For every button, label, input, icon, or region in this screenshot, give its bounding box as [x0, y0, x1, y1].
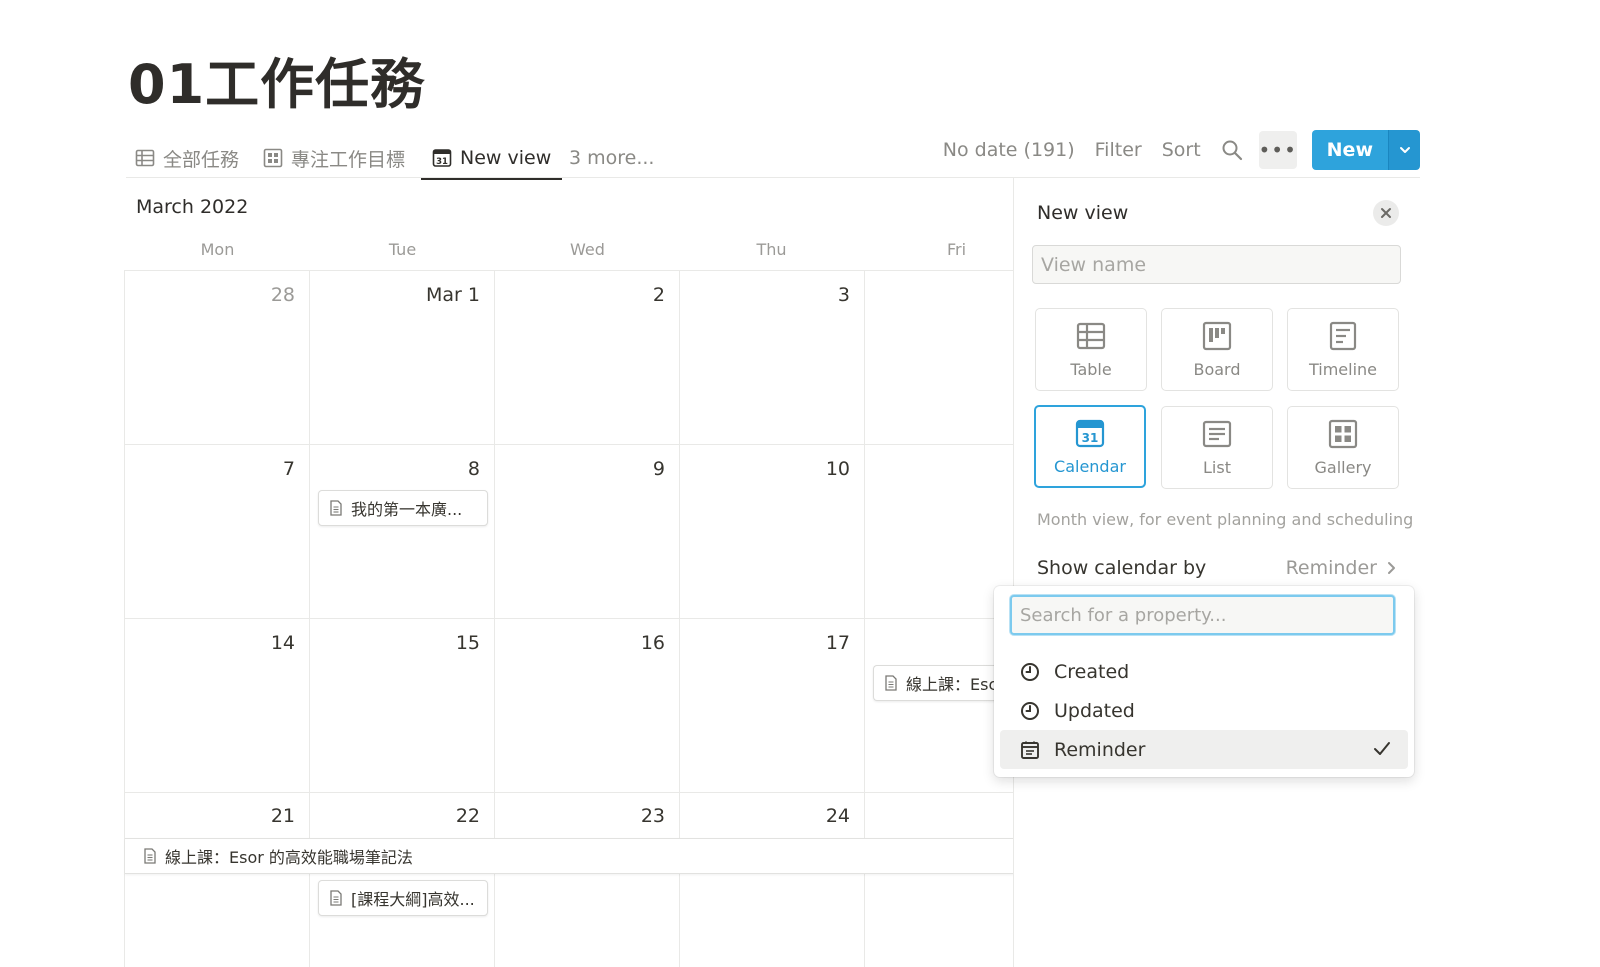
view-type-description: Month view, for event planning and sched…: [1037, 510, 1414, 529]
page-icon: [330, 500, 342, 516]
event-card[interactable]: 我的第一本廣...: [318, 490, 488, 526]
day-number[interactable]: 3: [680, 284, 850, 306]
new-button-group: New: [1311, 130, 1420, 170]
tab-label: 全部任務: [163, 148, 240, 171]
close-icon[interactable]: [1373, 200, 1399, 226]
filter-button[interactable]: Filter: [1095, 139, 1142, 161]
board-icon: [1202, 321, 1232, 351]
show-by-label: Show calendar by: [1037, 557, 1207, 579]
calendar-icon: 31: [1075, 419, 1105, 448]
clock-icon: [1021, 662, 1039, 681]
chevron-down-icon[interactable]: [1388, 130, 1420, 170]
event-card[interactable]: [課程大綱]高效...: [318, 880, 488, 916]
tab-all-tasks[interactable]: 全部任務: [135, 138, 239, 178]
show-by-value: Reminder: [1285, 557, 1377, 579]
svg-text:31: 31: [436, 157, 448, 167]
month-label: March 2022: [136, 196, 249, 218]
weekday-label: Mon: [200, 240, 235, 259]
tab-more[interactable]: 3 more...: [569, 138, 654, 178]
event-title: 線上課：Esc: [906, 675, 998, 694]
view-name-input[interactable]: [1032, 245, 1401, 284]
weekday-label: Tue: [388, 240, 417, 259]
calendar-divider: [125, 444, 1014, 445]
page-icon: [885, 675, 897, 691]
view-type-board[interactable]: Board: [1161, 308, 1273, 391]
timeline-icon: [1329, 321, 1357, 351]
event-title: 我的第一本廣...: [351, 500, 463, 519]
panel-title: New view: [1037, 202, 1129, 224]
day-number[interactable]: 10: [680, 458, 850, 480]
calendar-divider: [125, 792, 1014, 793]
view-type-table[interactable]: Table: [1035, 308, 1147, 391]
view-type-gallery[interactable]: Gallery: [1287, 406, 1399, 489]
view-type-timeline[interactable]: Timeline: [1287, 308, 1399, 391]
property-search-input[interactable]: [1010, 595, 1395, 635]
day-number[interactable]: 16: [495, 632, 665, 654]
calendar-icon: 31: [432, 148, 452, 168]
table-icon: [135, 148, 155, 168]
calendar-badge: 31: [1082, 431, 1099, 445]
day-number[interactable]: 8: [310, 458, 480, 480]
calendar-icon: [1021, 741, 1039, 759]
day-number[interactable]: 28: [125, 284, 295, 306]
property-dropdown: Created Updated Reminder: [994, 586, 1414, 777]
view-type-calendar[interactable]: 31 Calendar: [1034, 405, 1146, 488]
property-option-updated[interactable]: Updated: [1000, 691, 1408, 730]
page-icon: [144, 848, 156, 864]
view-type-label: List: [1203, 458, 1231, 477]
view-type-list[interactable]: List: [1161, 406, 1273, 489]
day-number[interactable]: 15: [310, 632, 480, 654]
page-title: 01工作任務: [128, 53, 426, 116]
day-number[interactable]: 17: [680, 632, 850, 654]
clock-icon: [1021, 701, 1039, 720]
table-icon: [1076, 322, 1106, 350]
event-card-multiday[interactable]: 線上課：Esor 的高效能職場筆記法: [125, 838, 1014, 874]
day-number[interactable]: 9: [495, 458, 665, 480]
event-title: [課程大綱]高效...: [351, 890, 475, 909]
calendar-divider: [125, 270, 1014, 271]
gallery-icon: [263, 148, 283, 168]
new-button[interactable]: New: [1311, 130, 1388, 170]
view-type-label: Board: [1193, 360, 1241, 379]
tab-label: New view: [460, 147, 552, 169]
day-number[interactable]: 7: [125, 458, 295, 480]
view-toolbar: No date (191) Filter Sort ••• New: [943, 130, 1420, 170]
search-icon[interactable]: [1221, 138, 1245, 162]
weekday-label: Thu: [756, 240, 787, 259]
tab-label: 專注工作目標: [291, 148, 406, 171]
day-number[interactable]: 21: [125, 805, 295, 827]
calendar-divider: [125, 618, 1014, 619]
property-option-label: Updated: [1054, 699, 1135, 722]
property-option-label: Reminder: [1054, 738, 1146, 761]
show-calendar-by-row[interactable]: Show calendar by Reminder: [1037, 557, 1397, 579]
property-option-reminder[interactable]: Reminder: [1000, 730, 1408, 769]
day-number[interactable]: Mar 1: [310, 284, 480, 306]
property-option-label: Created: [1054, 660, 1130, 683]
chevron-right-icon: [1388, 562, 1395, 574]
new-view-panel: New view Table Board Timeline 31 Calenda…: [1013, 178, 1420, 967]
property-option-created[interactable]: Created: [1000, 652, 1408, 691]
day-number[interactable]: 22: [310, 805, 480, 827]
page-icon: [330, 890, 342, 906]
more-options-button[interactable]: •••: [1258, 131, 1297, 169]
day-number[interactable]: 14: [125, 632, 295, 654]
tab-focus-goals[interactable]: 專注工作目標: [263, 138, 405, 178]
day-number[interactable]: 24: [680, 805, 850, 827]
list-icon: [1202, 420, 1232, 448]
view-type-label: Timeline: [1308, 360, 1378, 379]
day-number[interactable]: 23: [495, 805, 665, 827]
sort-button[interactable]: Sort: [1162, 139, 1201, 161]
event-title: 線上課：Esor 的高效能職場筆記法: [165, 848, 413, 867]
tab-new-view[interactable]: 31 New view: [421, 138, 563, 180]
no-date-button[interactable]: No date (191): [943, 139, 1075, 161]
event-card[interactable]: 線上課：Esc: [873, 665, 1013, 701]
view-type-label: Table: [1070, 360, 1112, 379]
gallery-icon: [1328, 419, 1358, 449]
day-number[interactable]: 2: [495, 284, 665, 306]
view-type-label: Gallery: [1314, 458, 1372, 477]
view-type-label: Calendar: [1054, 457, 1126, 476]
view-tab-bar: 全部任務 專注工作目標 31 New view 3 more... No dat…: [126, 130, 1420, 180]
weekday-label: Wed: [570, 240, 605, 259]
checkmark-icon: [1374, 742, 1390, 755]
